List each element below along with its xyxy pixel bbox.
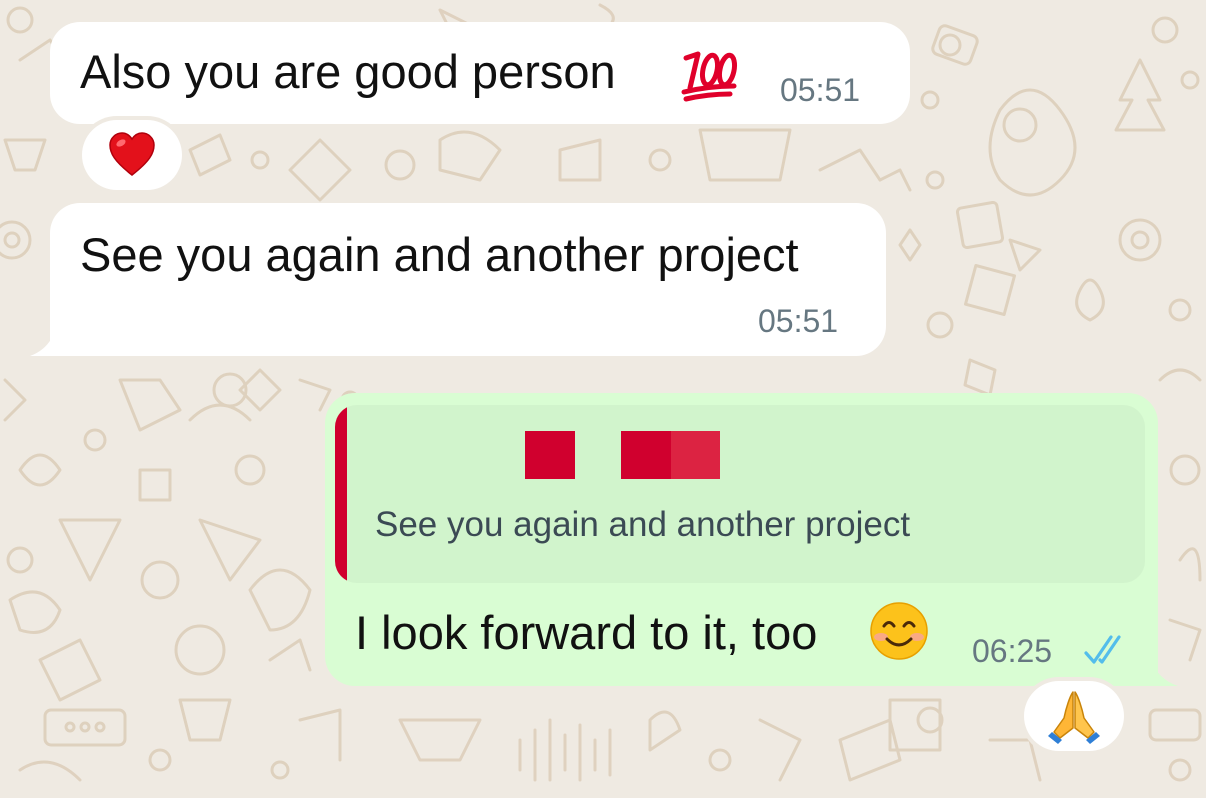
double-check-read-icon — [1083, 633, 1129, 667]
message-text: I look forward to it, too — [355, 606, 818, 659]
message-reaction[interactable] — [82, 120, 182, 190]
outgoing-message-bubble[interactable]: See you again and another project I look… — [325, 393, 1158, 686]
smiling-face-icon — [869, 601, 929, 661]
message-text: Also you are good person — [80, 45, 616, 98]
red-heart-icon — [109, 132, 155, 176]
folded-hands-icon — [1048, 691, 1100, 744]
message-timestamp: 05:51 — [780, 72, 861, 108]
message-timestamp: 05:51 — [758, 303, 839, 339]
quoted-message[interactable]: See you again and another project — [335, 405, 1145, 583]
message-text: See you again and another project — [80, 228, 799, 281]
incoming-message-bubble[interactable]: See you again and another project 05:51 — [50, 203, 886, 356]
hundred-points-icon — [678, 44, 738, 104]
quoted-message-text: See you again and another project — [375, 505, 911, 544]
message-timestamp: 06:25 — [972, 633, 1053, 669]
incoming-message-bubble[interactable]: Also you are good person 05:51 — [50, 22, 910, 124]
quote-accent-bar — [335, 405, 347, 583]
quoted-sender-name-redacted — [525, 431, 720, 479]
message-reaction[interactable] — [1024, 681, 1124, 751]
